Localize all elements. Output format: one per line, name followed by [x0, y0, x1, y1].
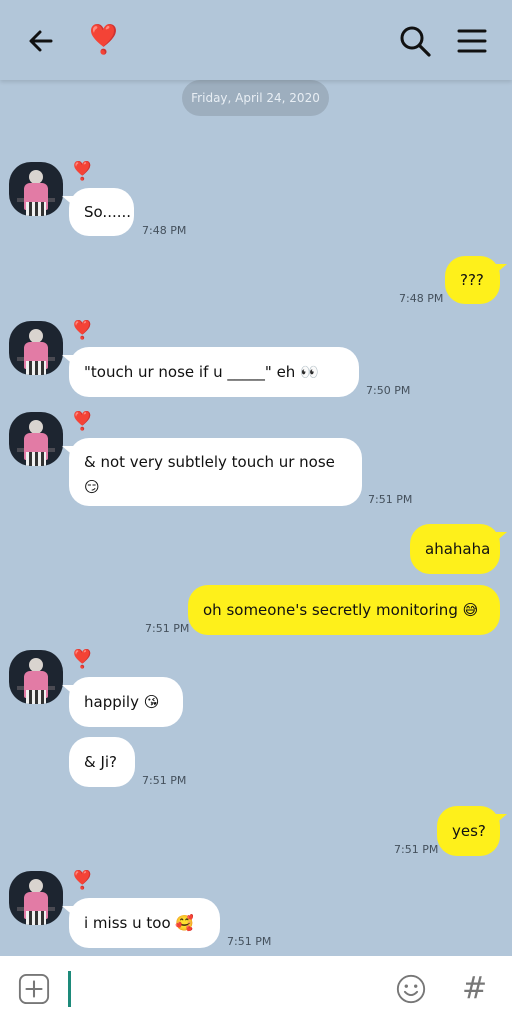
message-text: & not very subtlely touch ur nose — [84, 453, 335, 471]
message-text: yes? — [452, 822, 486, 840]
message-time: 7:51 PM — [142, 774, 187, 787]
message-time: 7:51 PM — [145, 622, 190, 635]
arrow-left-icon[interactable] — [26, 26, 56, 56]
contact-heart-icon: ❣️ — [71, 320, 94, 341]
message-time: 7:48 PM — [399, 292, 444, 305]
message-text: So...... — [84, 203, 132, 221]
message-text: happily 😘 — [84, 693, 160, 711]
date-separator: Friday, April 24, 2020 — [182, 80, 329, 116]
avatar[interactable] — [9, 321, 63, 375]
message-time: 7:51 PM — [227, 935, 272, 948]
message-bubble-outgoing[interactable]: oh someone's secretly monitoring 😅 — [188, 585, 500, 635]
text-cursor — [68, 971, 71, 1007]
emoji-icon[interactable] — [395, 973, 427, 1005]
message-bubble-incoming[interactable]: & Ji? — [69, 737, 135, 787]
message-text: ??? — [460, 271, 484, 289]
message-text: oh someone's secretly monitoring 😅 — [203, 601, 479, 619]
avatar[interactable] — [9, 162, 63, 216]
message-emoji: 😏 — [84, 478, 100, 496]
message-bubble-incoming[interactable]: i miss u too 🥰 — [62, 898, 220, 948]
message-bubble-incoming[interactable]: So...... — [62, 188, 134, 236]
message-time: 7:48 PM — [142, 224, 187, 237]
contact-heart-icon: ❣️ — [71, 161, 94, 182]
message-time: 7:51 PM — [368, 493, 413, 506]
message-time: 7:51 PM — [394, 843, 439, 856]
hamburger-menu-icon[interactable] — [456, 26, 488, 56]
avatar[interactable] — [9, 871, 63, 925]
top-bar: ❣️ — [0, 0, 512, 80]
message-time: 7:50 PM — [366, 384, 411, 397]
message-text: "touch ur nose if u _____" eh 👀 — [84, 363, 319, 381]
hashtag-icon[interactable]: # — [462, 970, 487, 1008]
search-icon[interactable] — [398, 24, 432, 58]
message-bubble-outgoing[interactable]: ??? — [445, 256, 507, 304]
message-bubble-incoming[interactable]: happily 😘 — [62, 677, 183, 727]
avatar[interactable] — [9, 412, 63, 466]
add-icon[interactable] — [18, 973, 50, 1005]
contact-heart-icon: ❣️ — [71, 411, 94, 432]
message-bubble-outgoing[interactable]: yes? — [437, 806, 507, 856]
message-bubble-incoming[interactable]: "touch ur nose if u _____" eh 👀 — [62, 347, 359, 397]
message-text: ahahaha — [425, 540, 491, 558]
avatar[interactable] — [9, 650, 63, 704]
message-text: & Ji? — [84, 753, 118, 771]
message-text: i miss u too 🥰 — [84, 914, 195, 932]
contact-heart-icon: ❣️ — [71, 649, 94, 670]
heart-exclamation-icon: ❣️ — [86, 23, 121, 56]
contact-heart-icon: ❣️ — [71, 870, 94, 891]
message-bubble-outgoing[interactable]: ahahaha — [410, 524, 507, 574]
message-bubble-incoming[interactable]: & not very subtlely touch ur nose 😏 — [62, 438, 362, 506]
message-input-field[interactable] — [64, 966, 374, 1012]
